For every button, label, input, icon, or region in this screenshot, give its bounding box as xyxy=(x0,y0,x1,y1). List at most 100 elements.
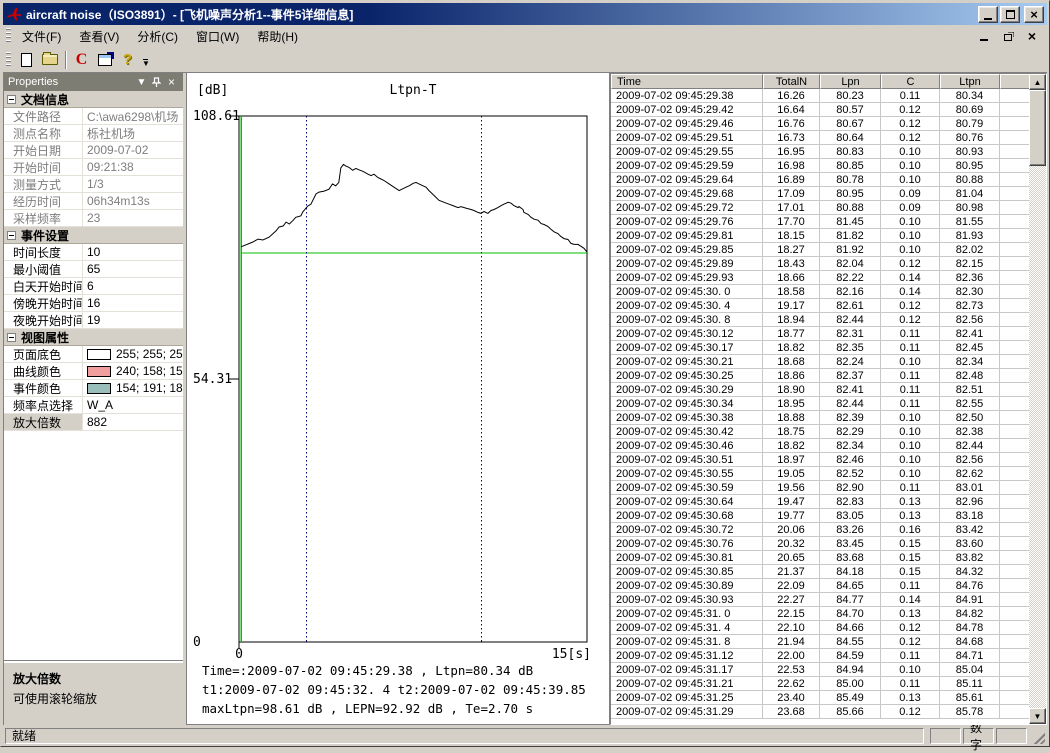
table-row[interactable]: 2009-07-02 09:45:31. 821.9484.550.1284.6… xyxy=(611,635,1029,649)
property-value[interactable]: 23 xyxy=(83,210,183,226)
table-row[interactable]: 2009-07-02 09:45:30.1218.7782.310.1182.4… xyxy=(611,327,1029,341)
table-row[interactable]: 2009-07-02 09:45:30.2118.6882.240.1082.3… xyxy=(611,355,1029,369)
scrollbar-track[interactable] xyxy=(1029,166,1046,708)
table-row[interactable]: 2009-07-02 09:45:29.5516.9580.830.1080.9… xyxy=(611,145,1029,159)
property-value[interactable]: 240; 158; 15 xyxy=(83,363,183,379)
table-row[interactable]: 2009-07-02 09:45:30.2518.8682.370.1182.4… xyxy=(611,369,1029,383)
property-value[interactable]: 1/3 xyxy=(83,176,183,192)
menu-item-3[interactable]: 窗口(W) xyxy=(189,26,246,47)
table-row[interactable]: 2009-07-02 09:45:29.6416.8980.780.1080.8… xyxy=(611,173,1029,187)
table-row[interactable]: 2009-07-02 09:45:29.5116.7380.640.1280.7… xyxy=(611,131,1029,145)
table-row[interactable]: 2009-07-02 09:45:29.9318.6682.220.1482.3… xyxy=(611,271,1029,285)
property-value[interactable]: 65 xyxy=(83,261,183,277)
menu-item-4[interactable]: 帮助(H) xyxy=(250,26,305,47)
menu-item-1[interactable]: 查看(V) xyxy=(72,26,126,47)
property-value[interactable]: C:\awa6298\机场 xyxy=(83,108,183,124)
property-value[interactable]: 10 xyxy=(83,244,183,260)
new-document-button[interactable] xyxy=(15,49,38,71)
minimize-button[interactable] xyxy=(978,6,998,23)
property-value[interactable]: W_A xyxy=(83,397,183,413)
table-row[interactable]: 2009-07-02 09:45:30.1718.8282.350.1182.4… xyxy=(611,341,1029,355)
table-row[interactable]: 2009-07-02 09:45:29.4616.7680.670.1280.7… xyxy=(611,117,1029,131)
column-header-totaln[interactable]: TotalN xyxy=(763,74,820,89)
table-row[interactable]: 2009-07-02 09:45:30.4218.7582.290.1082.3… xyxy=(611,425,1029,439)
table-row[interactable]: 2009-07-02 09:45:31.1222.0084.590.1184.7… xyxy=(611,649,1029,663)
table-row[interactable]: 2009-07-02 09:45:30.3818.8882.390.1082.5… xyxy=(611,411,1029,425)
property-row[interactable]: 频率点选择W_A xyxy=(4,397,183,414)
property-section-header[interactable]: 视图属性 xyxy=(4,329,183,346)
table-row[interactable]: 2009-07-02 09:45:30.5919.5682.900.1183.0… xyxy=(611,481,1029,495)
column-header-lpn[interactable]: Lpn xyxy=(820,74,881,89)
table-row[interactable]: 2009-07-02 09:45:29.5916.9880.850.1080.9… xyxy=(611,159,1029,173)
table-row[interactable]: 2009-07-02 09:45:29.6817.0980.950.0981.0… xyxy=(611,187,1029,201)
table-row[interactable]: 2009-07-02 09:45:30.6819.7783.050.1383.1… xyxy=(611,509,1029,523)
mdi-restore-button[interactable] xyxy=(1001,30,1015,43)
color-swatch[interactable] xyxy=(87,383,111,394)
property-row[interactable]: 放大倍数882 xyxy=(4,414,183,431)
property-value[interactable]: 2009-07-02 xyxy=(83,142,183,158)
table-row[interactable]: 2009-07-02 09:45:30.6419.4782.830.1382.9… xyxy=(611,495,1029,509)
color-swatch[interactable] xyxy=(87,366,111,377)
scroll-down-button[interactable]: ▼ xyxy=(1029,708,1046,724)
mdi-minimize-button[interactable] xyxy=(977,30,991,43)
property-row[interactable]: 测量方式1/3 xyxy=(4,176,183,193)
property-row[interactable]: 文件路径C:\awa6298\机场 xyxy=(4,108,183,125)
property-section-header[interactable]: 文档信息 xyxy=(4,91,183,108)
table-row[interactable]: 2009-07-02 09:45:30.4618.8282.340.1082.4… xyxy=(611,439,1029,453)
toolbar-overflow-button[interactable]: ▼ xyxy=(142,53,150,66)
property-row[interactable]: 开始时间09:21:38 xyxy=(4,159,183,176)
table-row[interactable]: 2009-07-02 09:45:30.3418.9582.440.1182.5… xyxy=(611,397,1029,411)
table-row[interactable]: 2009-07-02 09:45:29.8918.4382.040.1282.1… xyxy=(611,257,1029,271)
table-row[interactable]: 2009-07-02 09:45:29.4216.6480.570.1280.6… xyxy=(611,103,1029,117)
open-file-button[interactable] xyxy=(38,49,61,71)
property-row[interactable]: 事件颜色154; 191; 18 xyxy=(4,380,183,397)
property-row[interactable]: 页面底色255; 255; 25 xyxy=(4,346,183,363)
table-row[interactable]: 2009-07-02 09:45:30.5519.0582.520.1082.6… xyxy=(611,467,1029,481)
property-row[interactable]: 曲线颜色240; 158; 15 xyxy=(4,363,183,380)
property-value[interactable]: 09:21:38 xyxy=(83,159,183,175)
property-value[interactable]: 882 xyxy=(83,414,183,430)
column-header-time[interactable]: Time xyxy=(611,74,763,89)
property-row[interactable]: 经历时间06h34m13s xyxy=(4,193,183,210)
table-row[interactable]: 2009-07-02 09:45:29.7617.7081.450.1081.5… xyxy=(611,215,1029,229)
property-row[interactable]: 时间长度10 xyxy=(4,244,183,261)
property-value[interactable]: 16 xyxy=(83,295,183,311)
table-row[interactable]: 2009-07-02 09:45:30. 018.5882.160.1482.3… xyxy=(611,285,1029,299)
column-header-c[interactable]: C xyxy=(881,74,940,89)
help-button[interactable]: ? xyxy=(116,49,139,71)
property-value[interactable]: 19 xyxy=(83,312,183,328)
table-row[interactable]: 2009-07-02 09:45:31. 422.1084.660.1284.7… xyxy=(611,621,1029,635)
toolbar-grip[interactable] xyxy=(6,52,11,68)
table-row[interactable]: 2009-07-02 09:45:30.7620.3283.450.1583.6… xyxy=(611,537,1029,551)
table-row[interactable]: 2009-07-02 09:45:31.1722.5384.940.1085.0… xyxy=(611,663,1029,677)
property-value[interactable]: 154; 191; 18 xyxy=(83,380,183,396)
table-row[interactable]: 2009-07-02 09:45:30.8922.0984.650.1184.7… xyxy=(611,579,1029,593)
c-analysis-button[interactable]: C xyxy=(70,49,93,71)
table-row[interactable]: 2009-07-02 09:45:30.5118.9782.460.1082.5… xyxy=(611,453,1029,467)
table-row[interactable]: 2009-07-02 09:45:30.7220.0683.260.1683.4… xyxy=(611,523,1029,537)
table-row[interactable]: 2009-07-02 09:45:31. 022.1584.700.1384.8… xyxy=(611,607,1029,621)
color-swatch[interactable] xyxy=(87,349,111,360)
collapse-minus-icon[interactable] xyxy=(7,95,16,104)
property-value[interactable]: 06h34m13s xyxy=(83,193,183,209)
table-row[interactable]: 2009-07-02 09:45:29.3816.2680.230.1180.3… xyxy=(611,89,1029,103)
property-row[interactable]: 夜晚开始时间19 xyxy=(4,312,183,329)
close-button[interactable]: × xyxy=(1024,6,1044,23)
property-row[interactable]: 测点名称栎社机场 xyxy=(4,125,183,142)
property-row[interactable]: 傍晚开始时间16 xyxy=(4,295,183,312)
table-row[interactable]: 2009-07-02 09:45:30.9322.2784.770.1484.9… xyxy=(611,593,1029,607)
table-row[interactable]: 2009-07-02 09:45:30. 818.9482.440.1282.5… xyxy=(611,313,1029,327)
column-header-ltpn[interactable]: Ltpn xyxy=(940,74,1000,89)
property-value[interactable]: 255; 255; 25 xyxy=(83,346,183,362)
table-row[interactable]: 2009-07-02 09:45:31.2923.6885.660.1285.7… xyxy=(611,705,1029,719)
menu-item-2[interactable]: 分析(C) xyxy=(130,26,185,47)
properties-button[interactable] xyxy=(93,49,116,71)
panel-close-button[interactable]: × xyxy=(164,75,179,89)
table-row[interactable]: 2009-07-02 09:45:29.7217.0180.880.0980.9… xyxy=(611,201,1029,215)
resize-grip[interactable] xyxy=(1031,730,1045,744)
property-row[interactable]: 白天开始时间6 xyxy=(4,278,183,295)
property-row[interactable]: 最小阈值65 xyxy=(4,261,183,278)
table-row[interactable]: 2009-07-02 09:45:30.8120.6583.680.1583.8… xyxy=(611,551,1029,565)
table-row[interactable]: 2009-07-02 09:45:31.2122.6285.000.1185.1… xyxy=(611,677,1029,691)
panel-menu-button[interactable]: ▼ xyxy=(134,75,149,89)
